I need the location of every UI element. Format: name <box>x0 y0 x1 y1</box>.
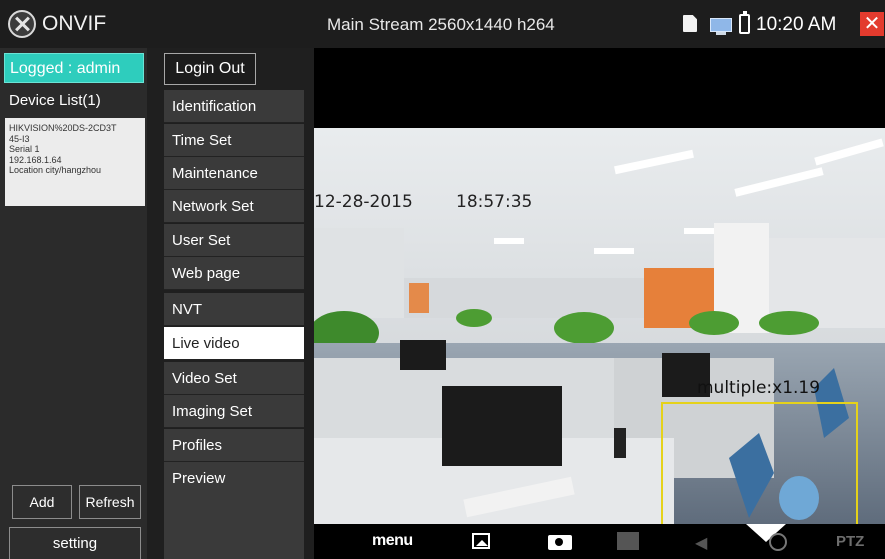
sd-card-icon <box>683 15 697 32</box>
camera-icon[interactable] <box>548 535 572 550</box>
live-video-panel: 12-28-2015 18:57:35 multiple:x1.19 <box>314 92 885 559</box>
menu-item-nvt[interactable]: NVT <box>164 293 304 326</box>
app-title: ONVIF <box>42 12 107 35</box>
play-icon[interactable] <box>769 533 787 551</box>
menu-filler <box>164 493 304 559</box>
menu-item-network-set[interactable]: Network Set <box>164 190 304 223</box>
onvif-logo-icon <box>8 10 36 38</box>
device-list-title: Device List(1) <box>9 92 101 109</box>
record-icon[interactable] <box>617 532 639 550</box>
add-button[interactable]: Add <box>12 485 72 519</box>
zoom-multiple-label: multiple:x1.19 <box>697 378 821 398</box>
battery-icon <box>739 11 750 34</box>
close-button[interactable]: ✕ <box>860 12 884 36</box>
device-serial: Serial 1 <box>9 144 40 154</box>
left-sidebar: Logged : admin Device List(1) HIKVISION%… <box>0 48 147 559</box>
video-toolbar: menu ◀ PTZ <box>314 524 885 559</box>
top-status-bar: ONVIF Main Stream 2560x1440 h264 10:20 A… <box>0 0 885 48</box>
osd-date: 12-28-2015 <box>314 192 413 212</box>
clock: 10:20 AM <box>756 14 837 35</box>
device-list-item[interactable]: HIKVISION%20DS-2CD3T 45-I3 Serial 1 192.… <box>5 118 145 206</box>
menu-item-imaging-set[interactable]: Imaging Set <box>164 395 304 428</box>
setting-button[interactable]: setting <box>9 527 141 559</box>
close-icon: ✕ <box>863 13 881 35</box>
menu-item-video-set[interactable]: Video Set <box>164 362 304 395</box>
menu-item-preview[interactable]: Preview <box>164 462 304 495</box>
monitor-icon <box>710 18 732 35</box>
mute-icon[interactable]: ◀ <box>695 533 715 552</box>
menu-item-identification[interactable]: Identification <box>164 90 304 123</box>
device-ip: 192.168.1.64 <box>9 154 62 165</box>
menu-item-time-set[interactable]: Time Set <box>164 124 304 157</box>
menu-item-user-set[interactable]: User Set <box>164 224 304 257</box>
menu-item-web-page[interactable]: Web page <box>164 257 304 290</box>
zoom-region-box[interactable] <box>661 402 858 532</box>
menu-item-maintenance[interactable]: Maintenance <box>164 157 304 190</box>
menu-column: Login Out Identification Time Set Mainte… <box>147 48 314 559</box>
image-icon[interactable] <box>472 533 490 549</box>
menu-button[interactable]: menu <box>372 532 413 559</box>
logged-status: Logged : admin <box>4 53 144 83</box>
menu-item-live-video[interactable]: Live video <box>164 327 304 360</box>
ptz-button[interactable]: PTZ <box>836 533 864 559</box>
login-out-button[interactable]: Login Out <box>164 53 256 85</box>
stream-title: Main Stream 2560x1440 h264 <box>327 15 555 34</box>
menu-item-profiles[interactable]: Profiles <box>164 429 304 462</box>
device-location: Location city/hangzhou <box>9 165 102 175</box>
osd-time: 18:57:35 <box>456 192 533 212</box>
refresh-button[interactable]: Refresh <box>79 485 141 519</box>
device-name: HIKVISION%20DS-2CD3T 45-I3 <box>9 123 117 144</box>
